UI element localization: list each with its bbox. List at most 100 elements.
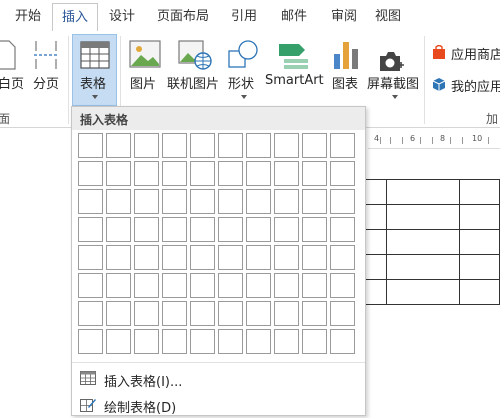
tab-home[interactable]: 开始 (6, 0, 50, 31)
grid-cell[interactable] (190, 189, 215, 214)
grid-cell[interactable] (302, 133, 327, 158)
grid-cell[interactable] (302, 273, 327, 298)
insert-table-menu-item[interactable]: 插入表格(I)... (72, 366, 365, 392)
grid-cell[interactable] (246, 133, 271, 158)
table-cell[interactable] (386, 279, 461, 305)
grid-cell[interactable] (78, 133, 103, 158)
grid-cell[interactable] (246, 273, 271, 298)
grid-cell[interactable] (274, 189, 299, 214)
grid-cell[interactable] (274, 161, 299, 186)
grid-cell[interactable] (218, 217, 243, 242)
grid-cell[interactable] (134, 301, 159, 326)
grid-cell[interactable] (106, 133, 131, 158)
table-cell[interactable] (459, 229, 500, 255)
grid-cell[interactable] (190, 329, 215, 354)
grid-cell[interactable] (246, 329, 271, 354)
grid-cell[interactable] (190, 133, 215, 158)
grid-cell[interactable] (274, 133, 299, 158)
table-cell[interactable] (386, 204, 461, 230)
grid-cell[interactable] (78, 217, 103, 242)
grid-cell[interactable] (134, 245, 159, 270)
grid-cell[interactable] (274, 217, 299, 242)
grid-cell[interactable] (162, 273, 187, 298)
grid-cell[interactable] (246, 189, 271, 214)
table-cell[interactable] (459, 279, 500, 305)
grid-cell[interactable] (162, 217, 187, 242)
grid-cell[interactable] (106, 301, 131, 326)
table-size-grid[interactable] (78, 133, 355, 354)
grid-cell[interactable] (78, 245, 103, 270)
grid-cell[interactable] (274, 273, 299, 298)
grid-cell[interactable] (246, 161, 271, 186)
store-button[interactable]: 应用商店 (430, 42, 500, 64)
grid-cell[interactable] (78, 301, 103, 326)
grid-cell[interactable] (78, 189, 103, 214)
grid-cell[interactable] (78, 273, 103, 298)
grid-cell[interactable] (302, 245, 327, 270)
grid-cell[interactable] (162, 161, 187, 186)
grid-cell[interactable] (106, 217, 131, 242)
grid-cell[interactable] (218, 245, 243, 270)
screenshot-button[interactable] (366, 36, 422, 102)
grid-cell[interactable] (162, 329, 187, 354)
grid-cell[interactable] (134, 217, 159, 242)
grid-cell[interactable] (106, 273, 131, 298)
table-cell[interactable] (364, 229, 388, 255)
grid-cell[interactable] (274, 245, 299, 270)
table-cell[interactable] (364, 279, 388, 305)
grid-cell[interactable] (302, 301, 327, 326)
document-table[interactable] (364, 179, 500, 305)
grid-cell[interactable] (274, 329, 299, 354)
grid-cell[interactable] (106, 245, 131, 270)
grid-cell[interactable] (218, 133, 243, 158)
grid-cell[interactable] (330, 301, 355, 326)
grid-cell[interactable] (134, 189, 159, 214)
grid-cell[interactable] (218, 189, 243, 214)
shapes-button[interactable] (224, 36, 262, 102)
table-cell[interactable] (364, 179, 388, 205)
table-cell[interactable] (364, 204, 388, 230)
grid-cell[interactable] (106, 189, 131, 214)
grid-cell[interactable] (246, 245, 271, 270)
grid-cell[interactable] (218, 161, 243, 186)
grid-cell[interactable] (78, 329, 103, 354)
grid-cell[interactable] (190, 301, 215, 326)
grid-cell[interactable] (190, 161, 215, 186)
grid-cell[interactable] (246, 217, 271, 242)
grid-cell[interactable] (330, 245, 355, 270)
grid-cell[interactable] (330, 217, 355, 242)
table-cell[interactable] (459, 179, 500, 205)
tab-review[interactable]: 审阅 (322, 0, 366, 31)
grid-cell[interactable] (218, 301, 243, 326)
tab-mailings[interactable]: 邮件 (272, 0, 316, 31)
grid-cell[interactable] (134, 329, 159, 354)
grid-cell[interactable] (162, 189, 187, 214)
grid-cell[interactable] (246, 301, 271, 326)
grid-cell[interactable] (134, 273, 159, 298)
grid-cell[interactable] (162, 133, 187, 158)
table-cell[interactable] (386, 229, 461, 255)
grid-cell[interactable] (330, 189, 355, 214)
table-cell[interactable] (364, 254, 388, 280)
grid-cell[interactable] (190, 245, 215, 270)
grid-cell[interactable] (330, 161, 355, 186)
grid-cell[interactable] (302, 189, 327, 214)
table-cell[interactable] (386, 254, 461, 280)
grid-cell[interactable] (190, 217, 215, 242)
grid-cell[interactable] (134, 133, 159, 158)
my-apps-button[interactable]: 我的应用 (430, 74, 500, 96)
tab-references[interactable]: 引用 (222, 0, 266, 31)
draw-table-menu-item[interactable]: 绘制表格(D) (72, 392, 365, 418)
grid-cell[interactable] (330, 133, 355, 158)
grid-cell[interactable] (302, 161, 327, 186)
grid-cell[interactable] (302, 217, 327, 242)
table-cell[interactable] (386, 179, 461, 205)
tab-design[interactable]: 设计 (100, 0, 144, 31)
tab-page-layout[interactable]: 页面布局 (150, 0, 216, 31)
tab-insert[interactable]: 插入 (52, 3, 98, 32)
grid-cell[interactable] (218, 329, 243, 354)
table-cell[interactable] (459, 204, 500, 230)
grid-cell[interactable] (106, 329, 131, 354)
grid-cell[interactable] (162, 245, 187, 270)
grid-cell[interactable] (274, 301, 299, 326)
